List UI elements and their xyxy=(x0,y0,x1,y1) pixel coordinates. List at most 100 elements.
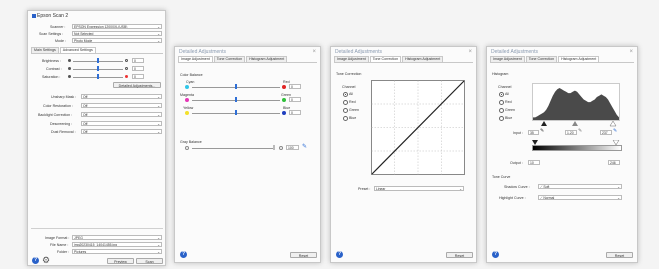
input-label: Input : xyxy=(513,131,523,135)
tab-tone-correction[interactable]: Tone Correction xyxy=(525,56,558,62)
color-restoration-select[interactable]: Off ⌄ xyxy=(81,103,162,108)
reset-button[interactable]: Reset xyxy=(446,252,473,258)
input-gamma-marker[interactable] xyxy=(572,121,578,126)
input-low-field[interactable]: 35 xyxy=(528,130,539,135)
magenta-green-knob[interactable] xyxy=(235,97,237,102)
eyedropper-icon[interactable]: ✎ xyxy=(302,143,307,150)
saturation-knob[interactable] xyxy=(97,74,99,79)
scan-settings-label: Scan Settings : xyxy=(39,32,64,36)
file-name-select[interactable]: img20230415_14041455.jpg ⌄ xyxy=(72,242,162,247)
folder-value: Pictures xyxy=(74,250,87,254)
mode-select[interactable]: Photo Mode ⌄ xyxy=(72,38,162,43)
saturation-input[interactable]: 0 xyxy=(132,74,144,79)
brightness-value: 0 xyxy=(134,59,136,63)
close-icon[interactable]: × xyxy=(312,49,316,55)
tab-image-adjustment[interactable]: Image Adjustment xyxy=(178,56,213,62)
tab-histogram-adjustment[interactable]: Histogram Adjustment xyxy=(402,56,444,62)
brightness-knob[interactable] xyxy=(97,58,99,63)
folder-label: Folder : xyxy=(57,250,70,254)
contrast-knob[interactable] xyxy=(97,66,99,71)
input-gamma-value: 1.20 xyxy=(567,131,574,135)
output-slider-markers[interactable] xyxy=(532,140,620,145)
channel-blue-radio[interactable] xyxy=(499,116,504,121)
eyedropper-white-icon[interactable]: ✎ xyxy=(613,128,617,134)
help-icon[interactable]: ? xyxy=(180,251,187,258)
tone-correction-window: Detailed Adjustments × Image Adjustment … xyxy=(330,46,477,263)
input-high-field[interactable]: 237 xyxy=(600,130,612,135)
scan-settings-select[interactable]: Not Selected ⌄ xyxy=(72,31,162,36)
unsharp-mask-select[interactable]: Off ⌄ xyxy=(81,94,162,99)
help-icon[interactable]: ? xyxy=(336,251,343,258)
yellow-label: Yellow xyxy=(183,106,194,110)
gray-balance-slider[interactable] xyxy=(192,148,274,149)
contrast-label: Contrast : xyxy=(46,67,62,71)
help-icon[interactable]: ? xyxy=(492,251,499,258)
magenta-green-value: 0 xyxy=(291,98,293,102)
brightness-input[interactable]: 0 xyxy=(132,58,144,63)
eyedropper-black-icon[interactable]: ✎ xyxy=(540,128,544,134)
chevron-down-icon: ⌄ xyxy=(157,32,160,36)
folder-select[interactable]: Pictures ⌄ xyxy=(72,249,162,254)
eyedropper-gray-icon[interactable]: ✎ xyxy=(578,128,582,134)
channel-all-radio[interactable] xyxy=(499,92,504,97)
contrast-input[interactable]: 0 xyxy=(132,66,144,71)
dust-removal-select[interactable]: Off ⌄ xyxy=(81,129,162,134)
preview-button[interactable]: Preview xyxy=(107,258,134,264)
channel-red-label: Red xyxy=(349,100,356,104)
detailed-adjustments-button[interactable]: Detailed Adjustments... xyxy=(113,82,161,88)
yellow-blue-input[interactable]: 0 xyxy=(289,110,301,115)
gray-balance-input[interactable]: 100 xyxy=(286,145,299,150)
unsharp-mask-value: Off xyxy=(83,95,88,99)
output-black-marker[interactable] xyxy=(532,140,538,145)
channel-green-label: Green xyxy=(505,108,515,112)
yellow-blue-knob[interactable] xyxy=(235,110,237,115)
backlight-select[interactable]: Off ⌄ xyxy=(81,112,162,117)
input-white-marker[interactable] xyxy=(609,121,617,127)
tab-histogram-adjustment[interactable]: Histogram Adjustment xyxy=(246,56,288,62)
output-high-field[interactable]: 246 xyxy=(608,160,620,165)
cyan-red-knob[interactable] xyxy=(235,84,237,89)
shadow-curve-value: Soft xyxy=(543,185,550,189)
tab-tone-correction[interactable]: Tone Correction xyxy=(213,56,246,62)
histogram-label: Histogram xyxy=(492,72,509,76)
scan-button[interactable]: Scan xyxy=(136,258,163,264)
tab-main-settings[interactable]: Main Settings xyxy=(31,47,59,53)
output-low-field[interactable]: 10 xyxy=(528,160,540,165)
channel-red-radio[interactable] xyxy=(343,100,348,105)
output-white-marker[interactable] xyxy=(612,140,620,145)
channel-green-radio[interactable] xyxy=(499,108,504,113)
close-icon[interactable]: × xyxy=(629,49,633,55)
reset-button[interactable]: Reset xyxy=(606,252,633,258)
input-gamma-field[interactable]: 1.20 xyxy=(565,130,577,135)
reset-button[interactable]: Reset xyxy=(290,252,317,258)
channel-all-radio[interactable] xyxy=(343,92,348,97)
descreening-value: Off xyxy=(83,122,88,126)
highlight-curve-select[interactable]: ⟋ Normal ⌄ xyxy=(538,195,622,200)
help-icon[interactable]: ? xyxy=(32,257,39,264)
close-icon[interactable]: × xyxy=(468,49,472,55)
gray-balance-end-icon xyxy=(279,146,283,150)
brightness-high-icon xyxy=(125,59,128,62)
tab-image-adjustment[interactable]: Image Adjustment xyxy=(334,56,369,62)
w3-tabs: Image Adjustment Tone Correction Histogr… xyxy=(334,56,473,63)
shadow-curve-select[interactable]: ⟋ Soft ⌄ xyxy=(538,184,622,189)
channel-red-radio[interactable] xyxy=(499,100,504,105)
gray-balance-knob[interactable] xyxy=(273,145,275,150)
descreening-select[interactable]: Off ⌄ xyxy=(81,121,162,126)
image-format-select[interactable]: JPEG ⌄ xyxy=(72,235,162,240)
tab-tone-correction[interactable]: Tone Correction xyxy=(369,56,402,62)
input-slider-markers[interactable] xyxy=(532,121,620,127)
channel-green-radio[interactable] xyxy=(343,108,348,113)
channel-blue-radio[interactable] xyxy=(343,116,348,121)
tone-curve-graph[interactable] xyxy=(371,80,465,175)
scanner-select[interactable]: EPSON Expression 12000XL(USB) ⌄ xyxy=(72,24,162,29)
cyan-red-input[interactable]: 0 xyxy=(289,84,301,89)
gear-icon[interactable]: ⚙ xyxy=(42,256,50,265)
tab-advanced-settings[interactable]: Advanced Settings xyxy=(59,47,96,53)
chevron-down-icon: ⌄ xyxy=(617,185,620,189)
tab-image-adjustment[interactable]: Image Adjustment xyxy=(490,56,525,62)
preset-select[interactable]: Linear ⌄ xyxy=(374,186,464,191)
tab-histogram-adjustment[interactable]: Histogram Adjustment xyxy=(558,56,600,62)
magenta-green-input[interactable]: 0 xyxy=(289,97,301,102)
input-black-marker[interactable] xyxy=(541,121,547,126)
